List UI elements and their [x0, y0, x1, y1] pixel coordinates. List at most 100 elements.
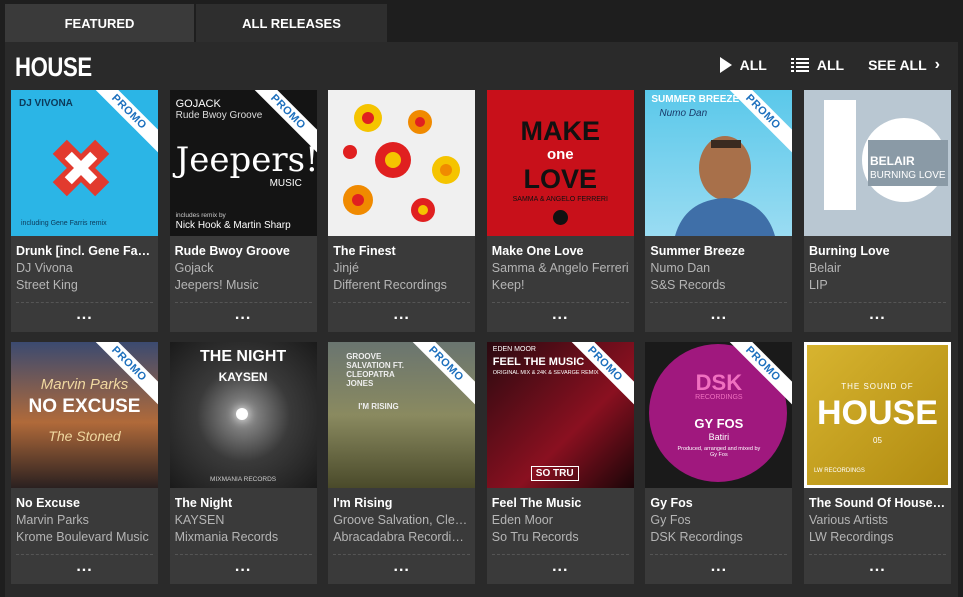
release-artist[interactable]: Jinjé	[333, 260, 470, 277]
release-grid: DJ VIVONA including Gene Farris remix PR…	[11, 90, 956, 584]
release-artist[interactable]: DJ Vivona	[16, 260, 153, 277]
art-text: 05	[873, 436, 882, 445]
release-label[interactable]: Abracadabra Recordings	[333, 529, 470, 546]
cover-art[interactable]: THE SOUND OF HOUSE 05 LW RECORDINGS	[803, 342, 951, 488]
release-title[interactable]: Make One Love	[492, 243, 629, 260]
divider	[808, 554, 946, 555]
release-artist[interactable]: Samma & Angelo Ferreri	[492, 260, 629, 277]
cover-art[interactable]: DSK RECORDINGS GY FOS Batiri Produced, a…	[645, 342, 793, 488]
release-artist[interactable]: Gojack	[175, 260, 312, 277]
section-title: HOUSE	[15, 52, 92, 82]
release-artist[interactable]: Gy Fos	[650, 512, 787, 529]
more-options-button[interactable]: ...	[645, 556, 792, 584]
cover-art[interactable]: SUMMER BREEZE EP Numo Dan PROMO	[645, 90, 793, 236]
release-label[interactable]: Keep!	[492, 277, 629, 294]
cover-art[interactable]: THE NIGHT KAYSEN MIXMANIA RECORDS	[169, 342, 317, 488]
art-text: THE SOUND OF	[841, 382, 914, 391]
release-title[interactable]: Burning Love	[809, 243, 946, 260]
more-options-button[interactable]: ...	[804, 556, 951, 584]
release-title[interactable]: Summer Breeze	[650, 243, 787, 260]
release-card[interactable]: SUMMER BREEZE EP Numo Dan PROMO Summer B…	[645, 90, 793, 332]
art-text: MIXMANIA RECORDS	[210, 476, 277, 483]
tab-all-releases[interactable]: ALL RELEASES	[196, 4, 387, 42]
more-options-button[interactable]: ...	[170, 304, 317, 332]
release-label[interactable]: Mixmania Records	[175, 529, 312, 546]
release-card[interactable]: GOJACK Rude Bwoy Groove Jeepers! MUSIC i…	[169, 90, 317, 332]
release-title[interactable]: I'm Rising	[333, 495, 470, 512]
art-text: LW RECORDINGS	[813, 468, 865, 474]
release-card[interactable]: GROOVE SALVATION FT. CLEOPATRA JONES I'M…	[328, 342, 476, 584]
promo-ribbon: PROMO	[88, 90, 158, 160]
release-title[interactable]: Rude Bwoy Groove	[175, 243, 312, 260]
releases-panel: HOUSE ALL ALL SEE ALL › DJ VIVONA includ…	[5, 42, 958, 597]
more-options-button[interactable]: ...	[328, 556, 475, 584]
more-options-button[interactable]: ...	[11, 304, 158, 332]
cover-art[interactable]: GROOVE SALVATION FT. CLEOPATRA JONES I'M…	[328, 342, 476, 488]
art-text: Nick Hook & Martin Sharp	[175, 220, 291, 231]
release-title[interactable]: The Sound Of House, Vol. 05	[809, 495, 946, 512]
release-label[interactable]: Krome Boulevard Music	[16, 529, 153, 546]
release-card[interactable]: DSK RECORDINGS GY FOS Batiri Produced, a…	[645, 342, 793, 584]
release-label[interactable]: LIP	[809, 277, 946, 294]
release-title[interactable]: The Finest	[333, 243, 470, 260]
more-options-button[interactable]: ...	[645, 304, 792, 332]
release-card[interactable]: THE SOUND OF HOUSE 05 LW RECORDINGS The …	[803, 342, 951, 584]
release-card[interactable]: Marvin Parks NO EXCUSE The Stoned PROMO …	[11, 342, 158, 584]
release-card[interactable]: DJ VIVONA including Gene Farris remix PR…	[11, 90, 158, 332]
cover-art[interactable]: MAKE one LOVE SAMMA & ANGELO FERRERI	[486, 90, 634, 236]
add-all-to-list-button[interactable]: ALL	[790, 57, 845, 73]
release-artist[interactable]: Groove Salvation, Cleopatra Jones	[333, 512, 470, 529]
cover-art[interactable]: EDEN MOOR FEEL THE MUSIC ORIGINAL MIX & …	[486, 342, 634, 488]
cover-art[interactable]: BELAIR BURNING LOVE	[803, 90, 951, 236]
release-title[interactable]: Gy Fos	[650, 495, 787, 512]
cover-art[interactable]: DJ VIVONA including Gene Farris remix PR…	[11, 90, 158, 236]
release-title[interactable]: Drunk [incl. Gene Farris Remix]	[16, 243, 153, 260]
art-text: The Stoned	[48, 428, 121, 444]
release-card[interactable]: The Finest Jinjé Different Recordings ..…	[328, 90, 476, 332]
release-artist[interactable]: KAYSEN	[175, 512, 312, 529]
release-label[interactable]: So Tru Records	[492, 529, 629, 546]
more-options-button[interactable]: ...	[11, 556, 158, 584]
more-options-button[interactable]: ...	[487, 304, 634, 332]
cover-art[interactable]: Marvin Parks NO EXCUSE The Stoned PROMO	[11, 342, 158, 488]
promo-ribbon: PROMO	[246, 90, 317, 160]
release-label[interactable]: S&S Records	[650, 277, 787, 294]
release-label[interactable]: LW Recordings	[809, 529, 946, 546]
release-title[interactable]: The Night	[175, 495, 312, 512]
more-options-button[interactable]: ...	[170, 556, 317, 584]
release-artist[interactable]: Eden Moor	[492, 512, 629, 529]
release-card[interactable]: MAKE one LOVE SAMMA & ANGELO FERRERI Mak…	[486, 90, 634, 332]
promo-ribbon: PROMO	[88, 342, 158, 412]
release-title[interactable]: Feel The Music	[492, 495, 629, 512]
release-label[interactable]: Jeepers! Music	[175, 277, 312, 294]
release-label[interactable]: Street King	[16, 277, 153, 294]
art-text: BELAIR	[869, 154, 915, 168]
release-card[interactable]: EDEN MOOR FEEL THE MUSIC ORIGINAL MIX & …	[486, 342, 634, 584]
more-options-button[interactable]: ...	[487, 556, 634, 584]
release-card[interactable]: THE NIGHT KAYSEN MIXMANIA RECORDS The Ni…	[169, 342, 317, 584]
moon-icon	[235, 408, 248, 420]
art-text: I'M RISING	[358, 402, 399, 411]
see-all-link[interactable]: SEE ALL ›	[868, 56, 940, 74]
art-text: MUSIC	[269, 178, 302, 189]
cover-art[interactable]: GOJACK Rude Bwoy Groove Jeepers! MUSIC i…	[169, 90, 317, 236]
promo-ribbon: PROMO	[405, 342, 476, 412]
release-artist[interactable]: Marvin Parks	[16, 512, 153, 529]
release-artist[interactable]: Numo Dan	[650, 260, 787, 277]
play-all-button[interactable]: ALL	[719, 57, 767, 73]
more-options-button[interactable]: ...	[328, 304, 475, 332]
release-title[interactable]: No Excuse	[16, 495, 153, 512]
divider	[491, 302, 629, 303]
release-artist[interactable]: Belair	[809, 260, 946, 277]
more-options-button[interactable]: ...	[804, 304, 951, 332]
release-card[interactable]: BELAIR BURNING LOVE Burning Love Belair …	[803, 90, 951, 332]
tab-featured[interactable]: FEATURED	[5, 4, 194, 42]
list-all-label: ALL	[816, 57, 845, 73]
art-text: includes remix by	[175, 212, 226, 219]
cover-art[interactable]	[328, 90, 476, 236]
art-text: SO TRU	[530, 466, 579, 481]
art-text: EDEN MOOR	[492, 346, 536, 353]
release-label[interactable]: Different Recordings	[333, 277, 470, 294]
release-label[interactable]: DSK Recordings	[650, 529, 787, 546]
release-artist[interactable]: Various Artists	[809, 512, 946, 529]
